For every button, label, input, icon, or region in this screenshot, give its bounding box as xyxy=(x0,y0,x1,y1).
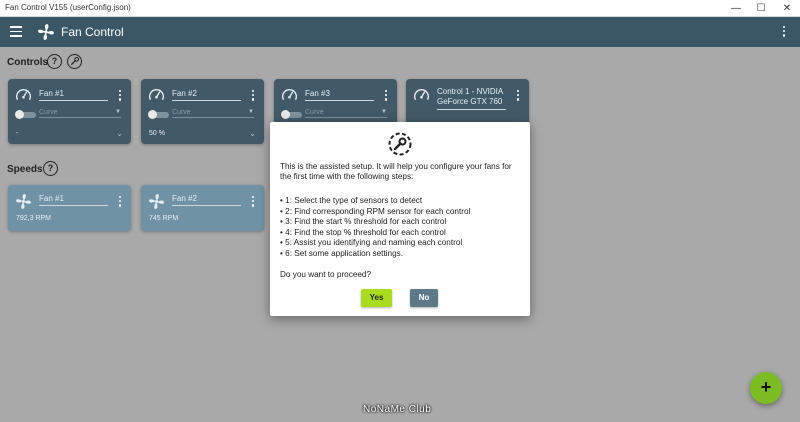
curve-select-value: Curve xyxy=(305,109,324,116)
speed-more-icon[interactable] xyxy=(252,196,255,208)
window-title: Fan Control V155 (userConfig.json) xyxy=(5,3,131,12)
gauge-icon xyxy=(414,89,429,101)
control-name[interactable]: Fan #1 xyxy=(39,89,108,101)
yes-button[interactable]: Yes xyxy=(361,289,392,307)
gauge-icon xyxy=(16,89,31,101)
curve-select-value: Curve xyxy=(172,109,191,116)
dialog-step: • 2: Find corresponding RPM sensor for e… xyxy=(280,206,471,216)
maximize-button[interactable]: ☐ xyxy=(748,0,774,17)
control-enable-toggle[interactable] xyxy=(148,110,170,119)
speed-value: 745 RPM xyxy=(149,215,179,222)
dialog-intro: This is the assisted setup. It will help… xyxy=(280,162,512,182)
watermark: NoNaMe Club xyxy=(363,404,432,415)
speed-name[interactable]: Fan #2 xyxy=(172,194,241,206)
control-card-fan-2[interactable]: Fan #2 Curve ▼ 50 % ⌄ xyxy=(141,79,264,144)
curve-select[interactable]: Curve ▼ xyxy=(305,109,387,118)
app-title: Fan Control xyxy=(61,25,124,39)
control-more-icon[interactable] xyxy=(252,90,255,102)
dropdown-arrow-icon: ▼ xyxy=(248,109,254,115)
setup-wrench-icon xyxy=(388,132,412,156)
speed-name[interactable]: Fan #1 xyxy=(39,194,108,206)
control-enable-toggle[interactable] xyxy=(15,110,37,119)
fan-icon xyxy=(149,194,164,209)
control-value: 50 % xyxy=(149,130,165,137)
control-more-icon[interactable] xyxy=(517,90,520,102)
close-button[interactable]: ✕ xyxy=(774,0,800,17)
gauge-icon xyxy=(282,89,297,101)
control-more-icon[interactable] xyxy=(385,90,388,102)
controls-help-icon[interactable]: ? xyxy=(47,54,62,69)
dialog-step: • 3: Find the start % threshold for each… xyxy=(280,217,447,226)
dropdown-arrow-icon: ▼ xyxy=(381,109,387,115)
dropdown-arrow-icon: ▼ xyxy=(115,109,121,115)
expand-chevron-icon[interactable]: ⌄ xyxy=(116,129,123,138)
controls-setup-icon[interactable] xyxy=(67,54,82,69)
control-card-fan-1[interactable]: Fan #1 Curve ▼ - ⌄ xyxy=(8,79,131,144)
control-value: - xyxy=(16,130,19,137)
assisted-setup-dialog: This is the assisted setup. It will help… xyxy=(270,122,530,316)
app-bar: Fan Control xyxy=(0,17,800,47)
dialog-step: • 4: Find the stop % threshold for each … xyxy=(280,227,446,237)
control-more-icon[interactable] xyxy=(119,90,122,102)
menu-icon[interactable] xyxy=(10,26,22,37)
fan-icon xyxy=(16,194,31,209)
curve-select-value: Curve xyxy=(39,109,58,116)
control-enable-toggle[interactable] xyxy=(281,110,303,119)
app-more-icon[interactable] xyxy=(783,26,786,38)
curve-select[interactable]: Curve ▼ xyxy=(172,109,254,118)
curve-select[interactable]: Curve ▼ xyxy=(39,109,121,118)
control-name[interactable]: Fan #3 xyxy=(305,89,374,101)
dialog-step: • 6: Set some application settings. xyxy=(280,248,404,258)
speed-card-fan-2[interactable]: Fan #2 745 RPM xyxy=(141,185,264,231)
minimize-button[interactable]: — xyxy=(723,0,749,17)
dialog-step: • 5: Assist you identifying and naming e… xyxy=(280,238,463,247)
controls-heading: Controls xyxy=(7,57,49,68)
control-name[interactable]: Control 1 - NVIDIA GeForce GTX 760 xyxy=(437,87,506,110)
speeds-heading: Speeds xyxy=(7,164,43,175)
dialog-question: Do you want to proceed? xyxy=(280,270,372,279)
no-button[interactable]: No xyxy=(410,289,438,307)
speed-card-fan-1[interactable]: Fan #1 792,3 RPM xyxy=(8,185,131,231)
window-titlebar: Fan Control V155 (userConfig.json) — ☐ ✕ xyxy=(0,0,800,17)
gauge-icon xyxy=(149,89,164,101)
speeds-help-icon[interactable]: ? xyxy=(43,161,58,176)
speed-more-icon[interactable] xyxy=(119,196,122,208)
expand-chevron-icon[interactable]: ⌄ xyxy=(249,129,256,138)
fan-logo-icon xyxy=(38,24,54,40)
add-button[interactable]: + xyxy=(750,372,782,404)
speed-value: 792,3 RPM xyxy=(16,215,52,222)
dialog-step: • 1: Select the type of sensors to detec… xyxy=(280,196,423,205)
control-name[interactable]: Fan #2 xyxy=(172,89,241,101)
